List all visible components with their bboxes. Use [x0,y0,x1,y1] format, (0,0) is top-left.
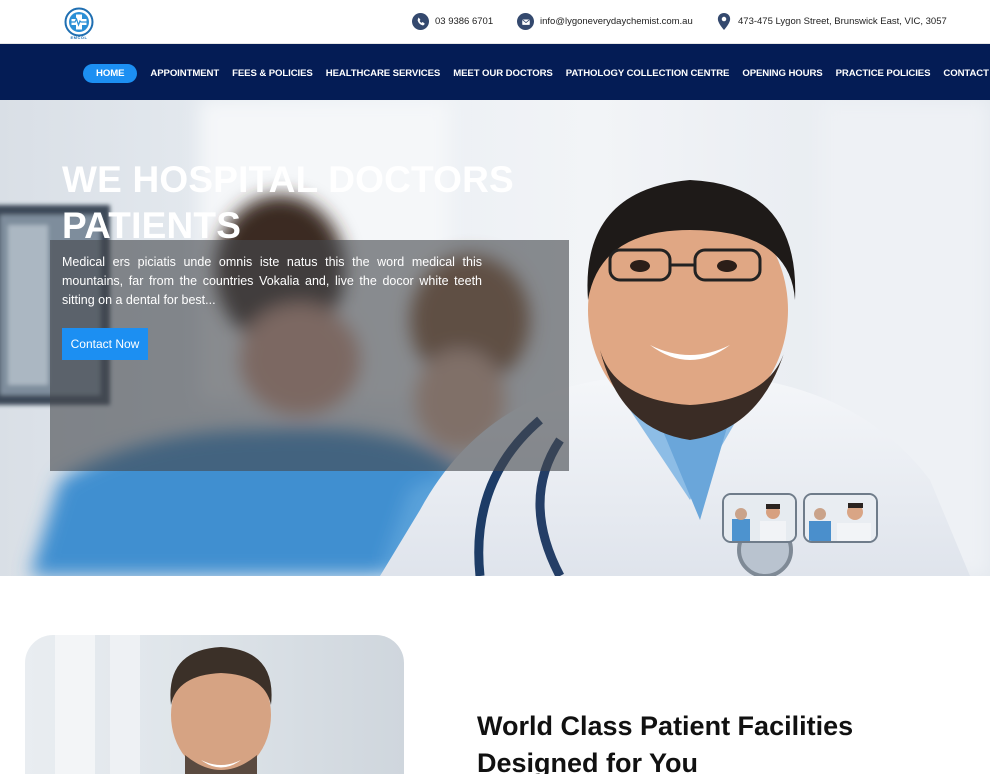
thumbnail-1-image [724,495,795,541]
nav-opening-hours[interactable]: OPENING HOURS [742,65,822,83]
phone-number: 03 9386 6701 [435,16,494,27]
about-doctor-image [25,635,404,774]
nav-home[interactable]: HOME [83,64,138,83]
clinic-logo[interactable] [64,7,94,37]
mail-icon [517,13,534,30]
address-contact[interactable]: 473-475 Lygon Street, Brunswick East, VI… [715,13,947,30]
hero-description: Medical ers piciatis unde omnis iste nat… [62,255,482,307]
nav-appointment[interactable]: APPOINTMENT [150,65,219,83]
main-navigation: HOME APPOINTMENT FEES & POLICIES HEALTHC… [0,44,990,100]
top-info-bar: EMCOL 03 9386 6701 info@lygoneverydayche… [0,0,990,44]
nav-practice-policies[interactable]: PRACTICE POLICIES [836,65,931,83]
email-address: info@lygoneverydaychemist.com.au [540,16,693,27]
slide-thumbnail-2[interactable] [803,493,878,543]
phone-contact[interactable]: 03 9386 6701 [412,13,493,30]
slide-thumbnail-1[interactable] [722,493,797,543]
facilities-heading: World Class Patient Facilities Designed … [477,711,854,774]
logo-text: EMCOL [70,35,88,40]
nav-fees-policies[interactable]: FEES & POLICIES [232,65,313,83]
hero-title: WE HOSPITAL DOCTORS PATIENTS [62,159,514,246]
contact-now-button[interactable]: Contact Now [62,328,148,360]
phone-icon [412,13,429,30]
address-text: 473-475 Lygon Street, Brunswick East, VI… [738,16,947,27]
location-icon [715,13,732,30]
nav-contact-us[interactable]: CONTACT US [943,65,990,83]
nav-healthcare-services[interactable]: HEALTHCARE SERVICES [326,65,441,83]
nav-menu: HOME APPOINTMENT FEES & POLICIES HEALTHC… [83,64,990,83]
email-contact[interactable]: info@lygoneverydaychemist.com.au [517,13,693,30]
nav-meet-our-doctors[interactable]: MEET OUR DOCTORS [453,65,553,83]
thumbnail-2-image [805,495,876,541]
nav-pathology-collection-centre[interactable]: PATHOLOGY COLLECTION CENTRE [566,65,730,83]
doctor-portrait [55,635,272,774]
